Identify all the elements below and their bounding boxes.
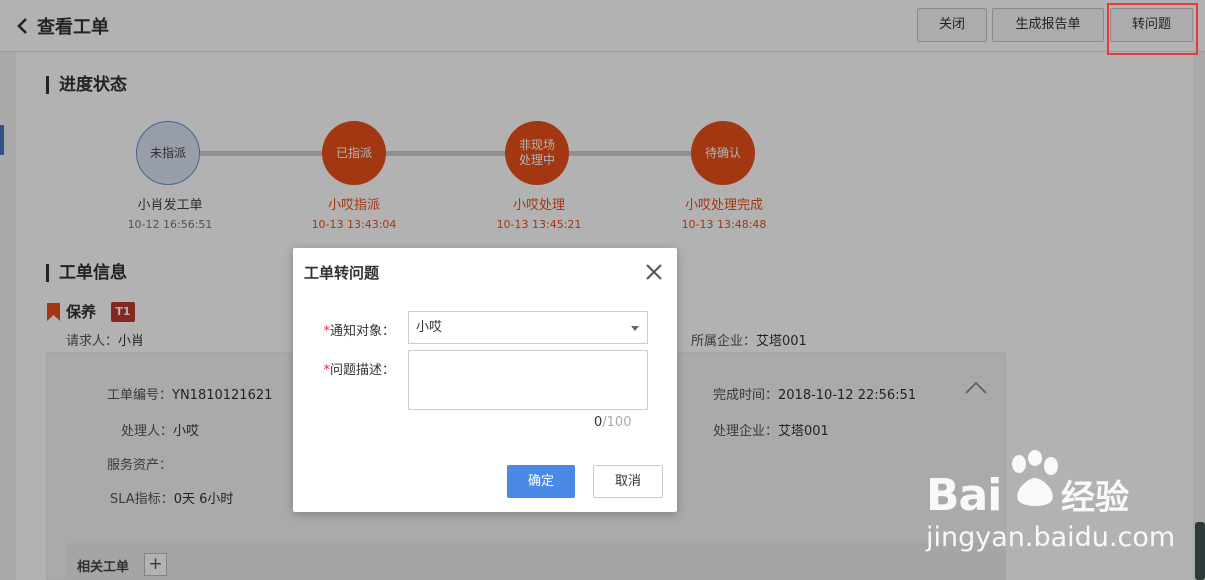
watermark-brand-cn: 经验 xyxy=(1061,478,1129,518)
notify-target-select[interactable]: 小哎 xyxy=(408,311,648,344)
notify-target-label: *通知对象： xyxy=(323,324,395,339)
confirm-button[interactable]: 确定 xyxy=(507,465,575,498)
issue-description-textarea[interactable] xyxy=(408,350,648,410)
convert-issue-dialog: 工单转问题 *通知对象： 小哎 *问题描述： 0/100 确定 取消 xyxy=(293,248,677,512)
chevron-down-icon xyxy=(631,326,639,331)
baidu-jingyan-watermark: Bai 经验 jingyan.baidu.com xyxy=(918,450,1178,560)
annotation-highlight-box xyxy=(1107,3,1198,55)
char-counter: 0/100 xyxy=(594,415,632,430)
notify-target-value: 小哎 xyxy=(416,320,443,335)
cancel-button[interactable]: 取消 xyxy=(593,465,663,498)
close-icon[interactable] xyxy=(645,263,663,281)
paw-logo-icon xyxy=(1012,450,1058,506)
watermark-brand: Bai xyxy=(926,470,1002,521)
issue-description-label: *问题描述： xyxy=(323,363,395,378)
dialog-title: 工单转问题 xyxy=(304,264,380,282)
scrollbar-thumb[interactable] xyxy=(1195,522,1205,580)
work-order-page: 查看工单 关闭 生成报告单 转问题 进度状态 未指派 已指派 非现场 处理中 待确… xyxy=(0,0,1205,580)
watermark-url: jingyan.baidu.com xyxy=(926,522,1176,553)
